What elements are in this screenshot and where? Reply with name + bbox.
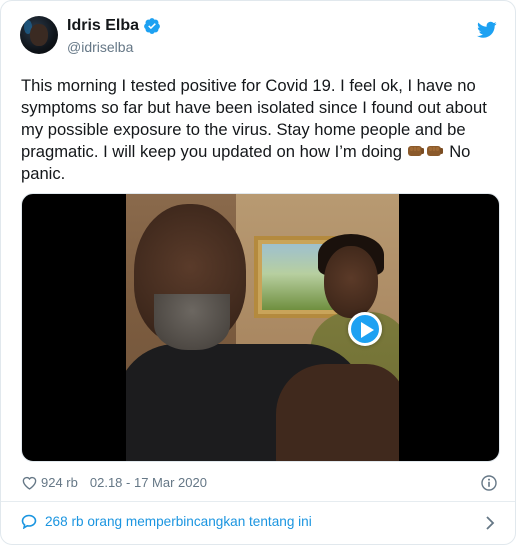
tweet-meta: 924 rb 02.18 - 17 Mar 2020 xyxy=(21,475,207,490)
verified-badge-icon xyxy=(144,18,160,34)
tweet-text: This morning I tested positive for Covid… xyxy=(21,75,499,185)
twitter-logo-icon[interactable] xyxy=(477,21,497,39)
tweet-card: Idris Elba @idriselba This morning I tes… xyxy=(0,0,516,545)
tweet-timestamp[interactable]: 02.18 - 17 Mar 2020 xyxy=(90,475,207,490)
play-icon xyxy=(361,322,374,338)
info-icon[interactable] xyxy=(481,475,497,491)
author-name-row[interactable]: Idris Elba xyxy=(67,17,161,35)
play-button[interactable] xyxy=(348,312,382,346)
avatar[interactable] xyxy=(20,16,58,54)
speech-bubble-icon xyxy=(21,514,37,529)
video-frame xyxy=(126,194,399,461)
avatar-face xyxy=(30,24,48,46)
fist-bump-emoji xyxy=(426,146,443,156)
chevron-right-icon[interactable] xyxy=(485,516,495,530)
divider xyxy=(1,501,515,502)
like-count[interactable]: 924 rb xyxy=(41,475,78,490)
fist-bump-emoji xyxy=(407,146,424,156)
author-display-name[interactable]: Idris Elba xyxy=(67,17,139,35)
discussion-label[interactable]: 268 rb orang memperbincangkan tentang in… xyxy=(45,514,312,529)
video-person-left-arm xyxy=(276,364,399,461)
video-player[interactable] xyxy=(21,193,500,462)
author-handle[interactable]: @idriselba xyxy=(67,39,133,55)
video-person-right-head xyxy=(324,246,378,318)
video-person-left-beard xyxy=(154,294,230,350)
discussion-link[interactable]: 268 rb orang memperbincangkan tentang in… xyxy=(21,514,312,529)
heart-icon[interactable] xyxy=(21,475,38,490)
